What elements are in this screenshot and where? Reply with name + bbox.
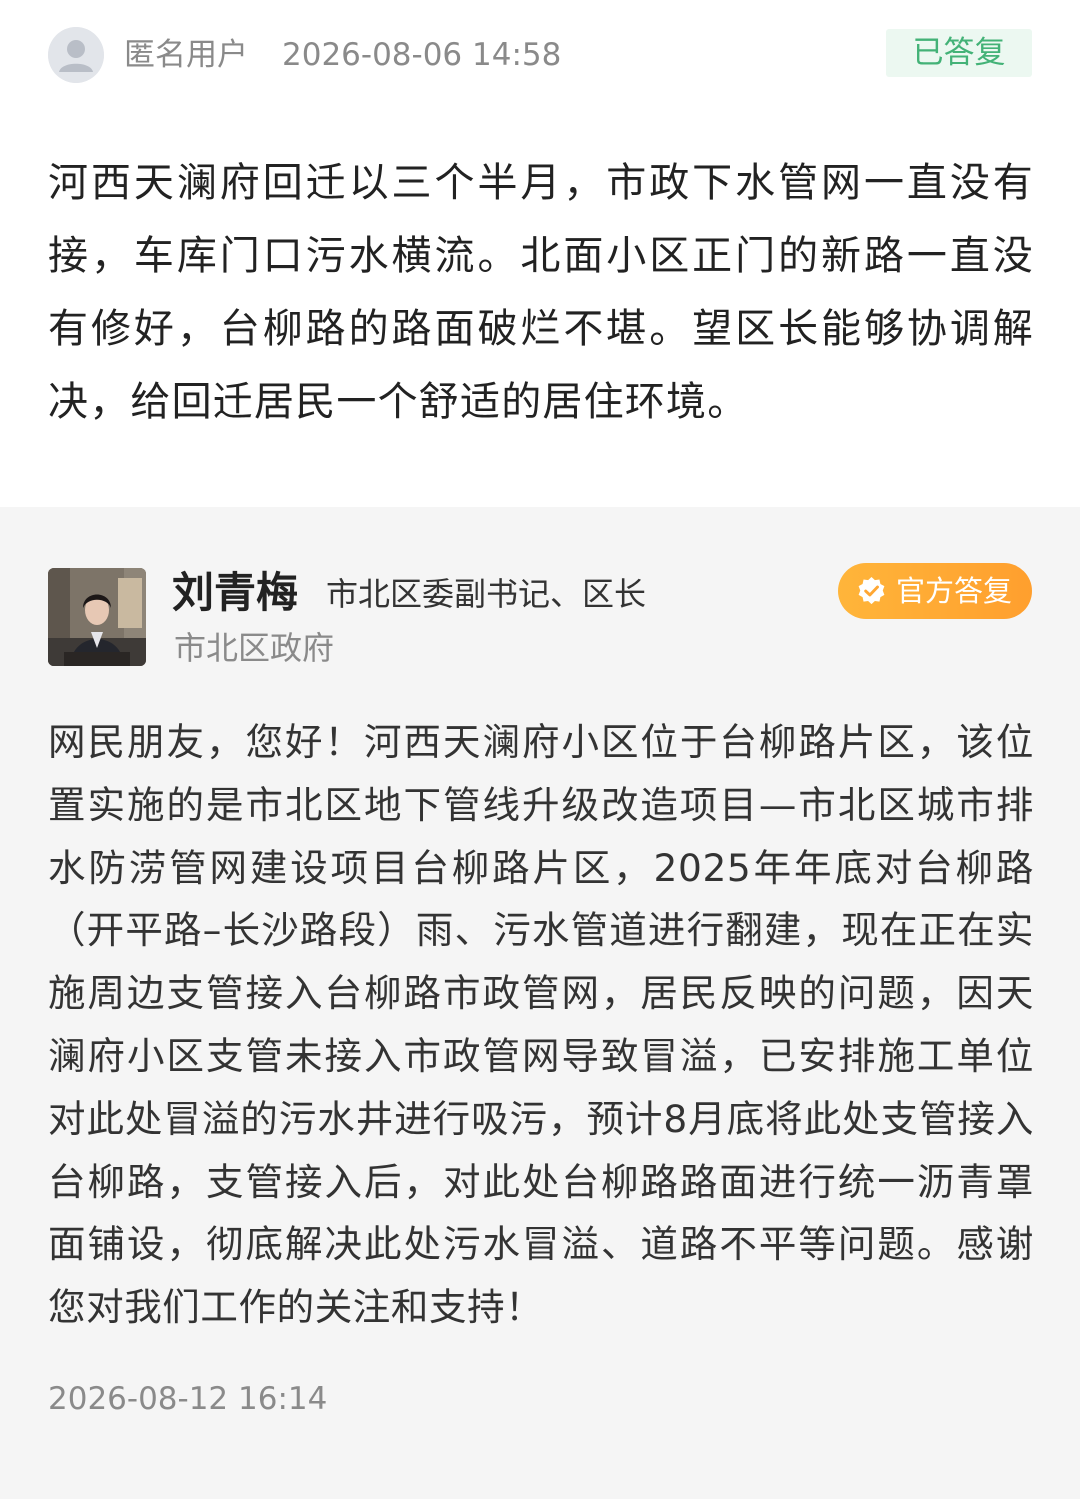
official-reply-badge-label: 官方答复 [896,574,1013,608]
official-reply-badge: 官方答复 [838,563,1032,619]
reply-content: 网民朋友，您好！河西天澜府小区位于台柳路片区，该位置实施的是市北区地下管线升级改… [48,720,1034,1330]
official-title: 市北区委副书记、区长 [326,575,647,613]
question-section: 匿名用户 2026-08-06 14:58 已答复 河西天澜府回迁以三个半月，市… [0,0,1080,507]
question-content: 河西天澜府回迁以三个半月，市政下水管网一直没有接，车库门口污水横流。北面小区正门… [48,160,1034,425]
question-header: 匿名用户 2026-08-06 14:58 已答复 [48,27,1032,83]
default-user-avatar-icon [48,27,104,83]
official-name: 刘青梅 [172,568,299,617]
verified-check-icon [858,576,885,605]
official-avatar[interactable] [48,568,146,666]
question-timestamp: 2026-08-06 14:58 [282,37,562,73]
official-organization: 市北区政府 [174,629,335,667]
reply-timestamp: 2026-08-12 16:14 [48,1381,328,1417]
question-author: 匿名用户 [124,37,248,73]
reply-section: 刘青梅 市北区委副书记、区长 市北区政府 官方答复 网民朋友，您好！河西天澜府小… [0,507,1080,1499]
status-badge: 已答复 [886,29,1032,77]
